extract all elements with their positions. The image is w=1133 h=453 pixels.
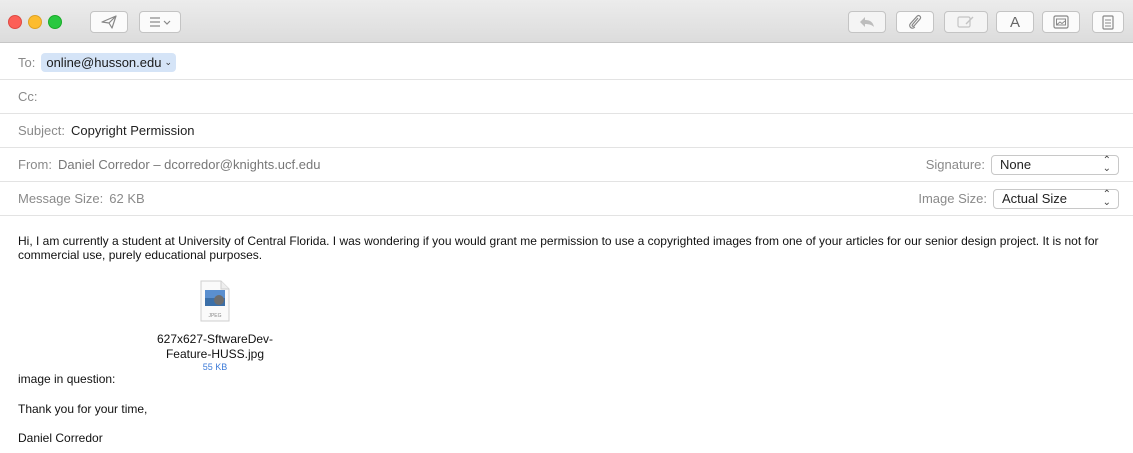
- subject-field[interactable]: Copyright Permission: [71, 123, 195, 138]
- header-fields-button[interactable]: [139, 11, 181, 33]
- send-button[interactable]: [90, 11, 128, 33]
- signature-label: Signature:: [925, 157, 985, 172]
- image-size-select[interactable]: Actual Size ⌃ ⌄: [993, 188, 1119, 209]
- from-value[interactable]: Daniel Corredor – dcorredor@knights.ucf.…: [58, 157, 321, 172]
- chevron-down-icon: ⌄: [164, 57, 173, 67]
- reply-arrow-icon: [860, 17, 874, 27]
- to-label: To:: [18, 55, 36, 70]
- size-row: Message Size: 62 KB Image Size: Actual S…: [0, 182, 1133, 216]
- toolbar: A: [0, 0, 1133, 43]
- up-down-arrows-icon: ⌃ ⌄: [1102, 188, 1111, 208]
- markup-icon: [957, 16, 974, 28]
- photo-icon: [1053, 15, 1069, 29]
- mail-compose-window: A To: online@husson.edu ⌄ Cc: Subject: C…: [0, 0, 1133, 453]
- image-size-group: Image Size: Actual Size ⌃ ⌄: [918, 182, 1133, 215]
- subject-label: Subject:: [18, 123, 65, 138]
- attach-button[interactable]: [896, 11, 934, 33]
- signature-group: Signature: None ⌃ ⌄: [926, 148, 1133, 181]
- jpeg-file-icon: JPEG: [200, 280, 230, 322]
- image-size-value: Actual Size: [1002, 191, 1068, 206]
- font-icon: A: [1009, 13, 1020, 31]
- message-size-value: 62 KB: [109, 191, 145, 206]
- reply-button[interactable]: [848, 11, 886, 33]
- stationery-icon: [1102, 14, 1114, 30]
- up-down-arrows-icon: ⌃ ⌄: [1102, 154, 1111, 174]
- to-row: To: online@husson.edu ⌄: [0, 46, 1133, 80]
- signature-line[interactable]: Daniel Corredor: [18, 431, 103, 445]
- photo-browser-button[interactable]: [1042, 11, 1080, 33]
- message-size-label: Message Size:: [18, 191, 104, 206]
- markup-button[interactable]: [944, 11, 988, 33]
- attachment-size: 55 KB: [202, 362, 228, 372]
- attachment-filename-line1: 627x627-SftwareDev-: [156, 332, 274, 346]
- cc-label: Cc:: [18, 89, 38, 104]
- from-label: From:: [18, 157, 52, 172]
- zoom-window-button[interactable]: [48, 15, 62, 29]
- attachment[interactable]: JPEG 627x627-SftwareDev- Feature-HUSS.jp…: [130, 280, 300, 372]
- signature-select[interactable]: None ⌃ ⌄: [991, 154, 1119, 175]
- paper-plane-icon: [101, 15, 117, 29]
- closing-line[interactable]: Thank you for your time,: [18, 402, 147, 416]
- minimize-window-button[interactable]: [28, 15, 42, 29]
- stationery-button[interactable]: [1092, 11, 1124, 33]
- recipient-address: online@husson.edu: [46, 55, 162, 70]
- from-row: From: Daniel Corredor – dcorredor@knight…: [0, 148, 1133, 182]
- recipient-token[interactable]: online@husson.edu ⌄: [41, 53, 177, 72]
- format-button[interactable]: A: [996, 11, 1034, 33]
- message-body-paragraph[interactable]: Hi, I am currently a student at Universi…: [18, 234, 1116, 262]
- image-size-label: Image Size:: [918, 191, 987, 206]
- list-icon: [150, 17, 171, 27]
- file-type-label: JPEG: [208, 313, 221, 319]
- subject-row[interactable]: Subject: Copyright Permission: [0, 114, 1133, 148]
- paperclip-icon: [909, 15, 922, 29]
- image-caption[interactable]: image in question:: [18, 372, 115, 386]
- close-window-button[interactable]: [8, 15, 22, 29]
- attachment-filename-line2: Feature-HUSS.jpg: [165, 347, 265, 361]
- signature-value: None: [1000, 157, 1032, 172]
- cc-row[interactable]: Cc:: [0, 80, 1133, 114]
